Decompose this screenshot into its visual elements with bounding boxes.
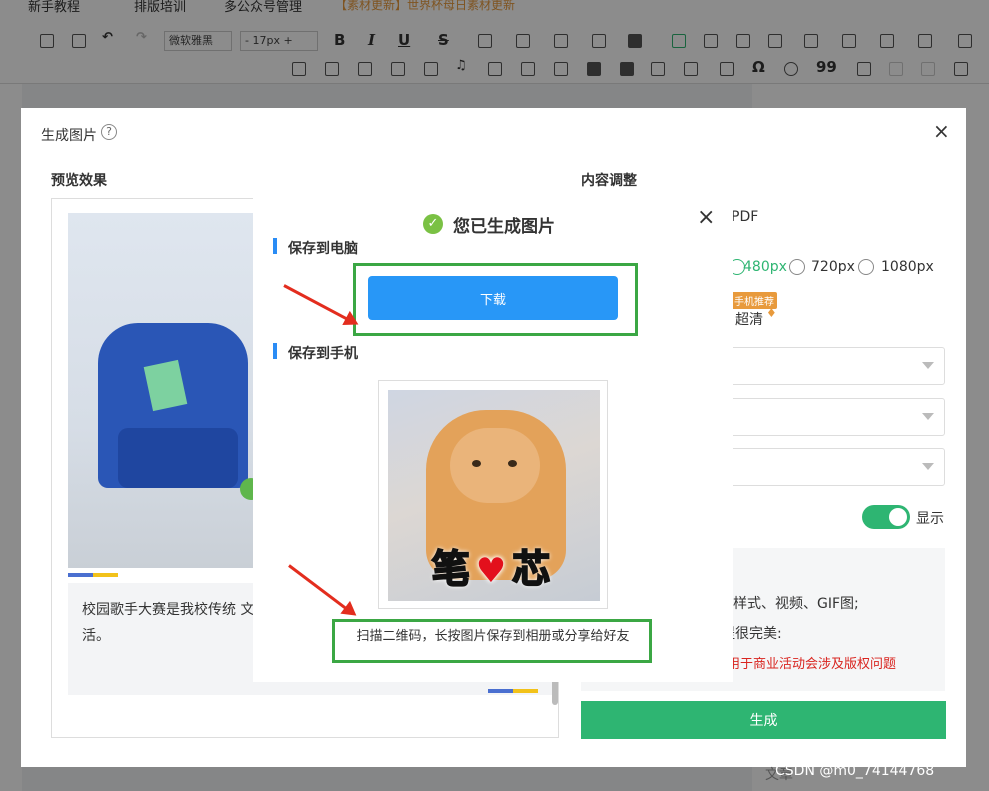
save-to-pc-label: 保存到电脑 xyxy=(288,241,358,257)
check-icon: ✓ xyxy=(423,214,443,234)
resolution-1080-label[interactable]: 1080px xyxy=(881,259,934,275)
show-toggle[interactable] xyxy=(862,505,910,529)
qr-image: 笔♥芯 xyxy=(388,390,600,601)
modal-close-icon[interactable]: × xyxy=(933,121,950,141)
radio-1080[interactable] xyxy=(858,259,874,275)
cat-caption-right: 芯 xyxy=(511,546,557,592)
chevron-down-icon xyxy=(922,463,934,470)
cat-eye-right xyxy=(508,460,517,467)
section-marker xyxy=(273,238,277,254)
resolution-480-label[interactable]: 480px xyxy=(743,259,787,275)
popup-title: 您已生成图片 xyxy=(453,217,555,237)
adjust-label: 内容调整 xyxy=(581,173,637,189)
preview-label: 预览效果 xyxy=(51,173,107,189)
radio-720[interactable] xyxy=(789,259,805,275)
save-to-mobile-label: 保存到手机 xyxy=(288,346,358,362)
chevron-down-icon xyxy=(922,362,934,369)
cat-face-shape xyxy=(450,428,540,503)
generate-button[interactable]: 生成 xyxy=(581,701,946,739)
csdn-watermark: CSDN @m0_74144768 xyxy=(775,763,935,779)
modal-title: 生成图片 xyxy=(41,128,97,144)
section-marker xyxy=(273,343,277,359)
vip-icon: ♦ xyxy=(766,306,777,320)
cat-caption-left: 笔 xyxy=(431,546,476,592)
note-line-1: 动样式、视频、GIF图; xyxy=(719,596,859,612)
popup-close-icon[interactable]: × xyxy=(697,207,715,229)
pocket-shape xyxy=(118,428,238,488)
cat-caption: 笔♥芯 xyxy=(388,538,600,593)
qr-image-frame: 笔♥芯 xyxy=(378,380,608,609)
chevron-down-icon xyxy=(922,413,934,420)
note-warning: 用于商业活动会涉及版权问题 xyxy=(727,657,897,672)
resolution-720-label[interactable]: 720px xyxy=(811,259,855,275)
color-strip xyxy=(68,573,118,577)
toggle-knob xyxy=(889,508,907,526)
toggle-label: 显示 xyxy=(916,511,944,527)
color-strip-bottom xyxy=(488,689,538,693)
success-popup: ✓ 您已生成图片 × 保存到电脑 下载 保存到手机 笔♥芯 扫描二维码，长按图片… xyxy=(253,192,733,682)
download-button[interactable]: 下载 xyxy=(368,276,618,320)
qr-caption: 扫描二维码，长按图片保存到相册或分享给好友 xyxy=(356,629,630,644)
format-pdf-label[interactable]: PDF xyxy=(731,209,758,225)
quality-label[interactable]: 超清 xyxy=(735,309,763,329)
help-icon[interactable]: ? xyxy=(101,124,117,140)
cat-eye-left xyxy=(472,460,481,467)
heart-icon: ♥ xyxy=(475,551,513,591)
